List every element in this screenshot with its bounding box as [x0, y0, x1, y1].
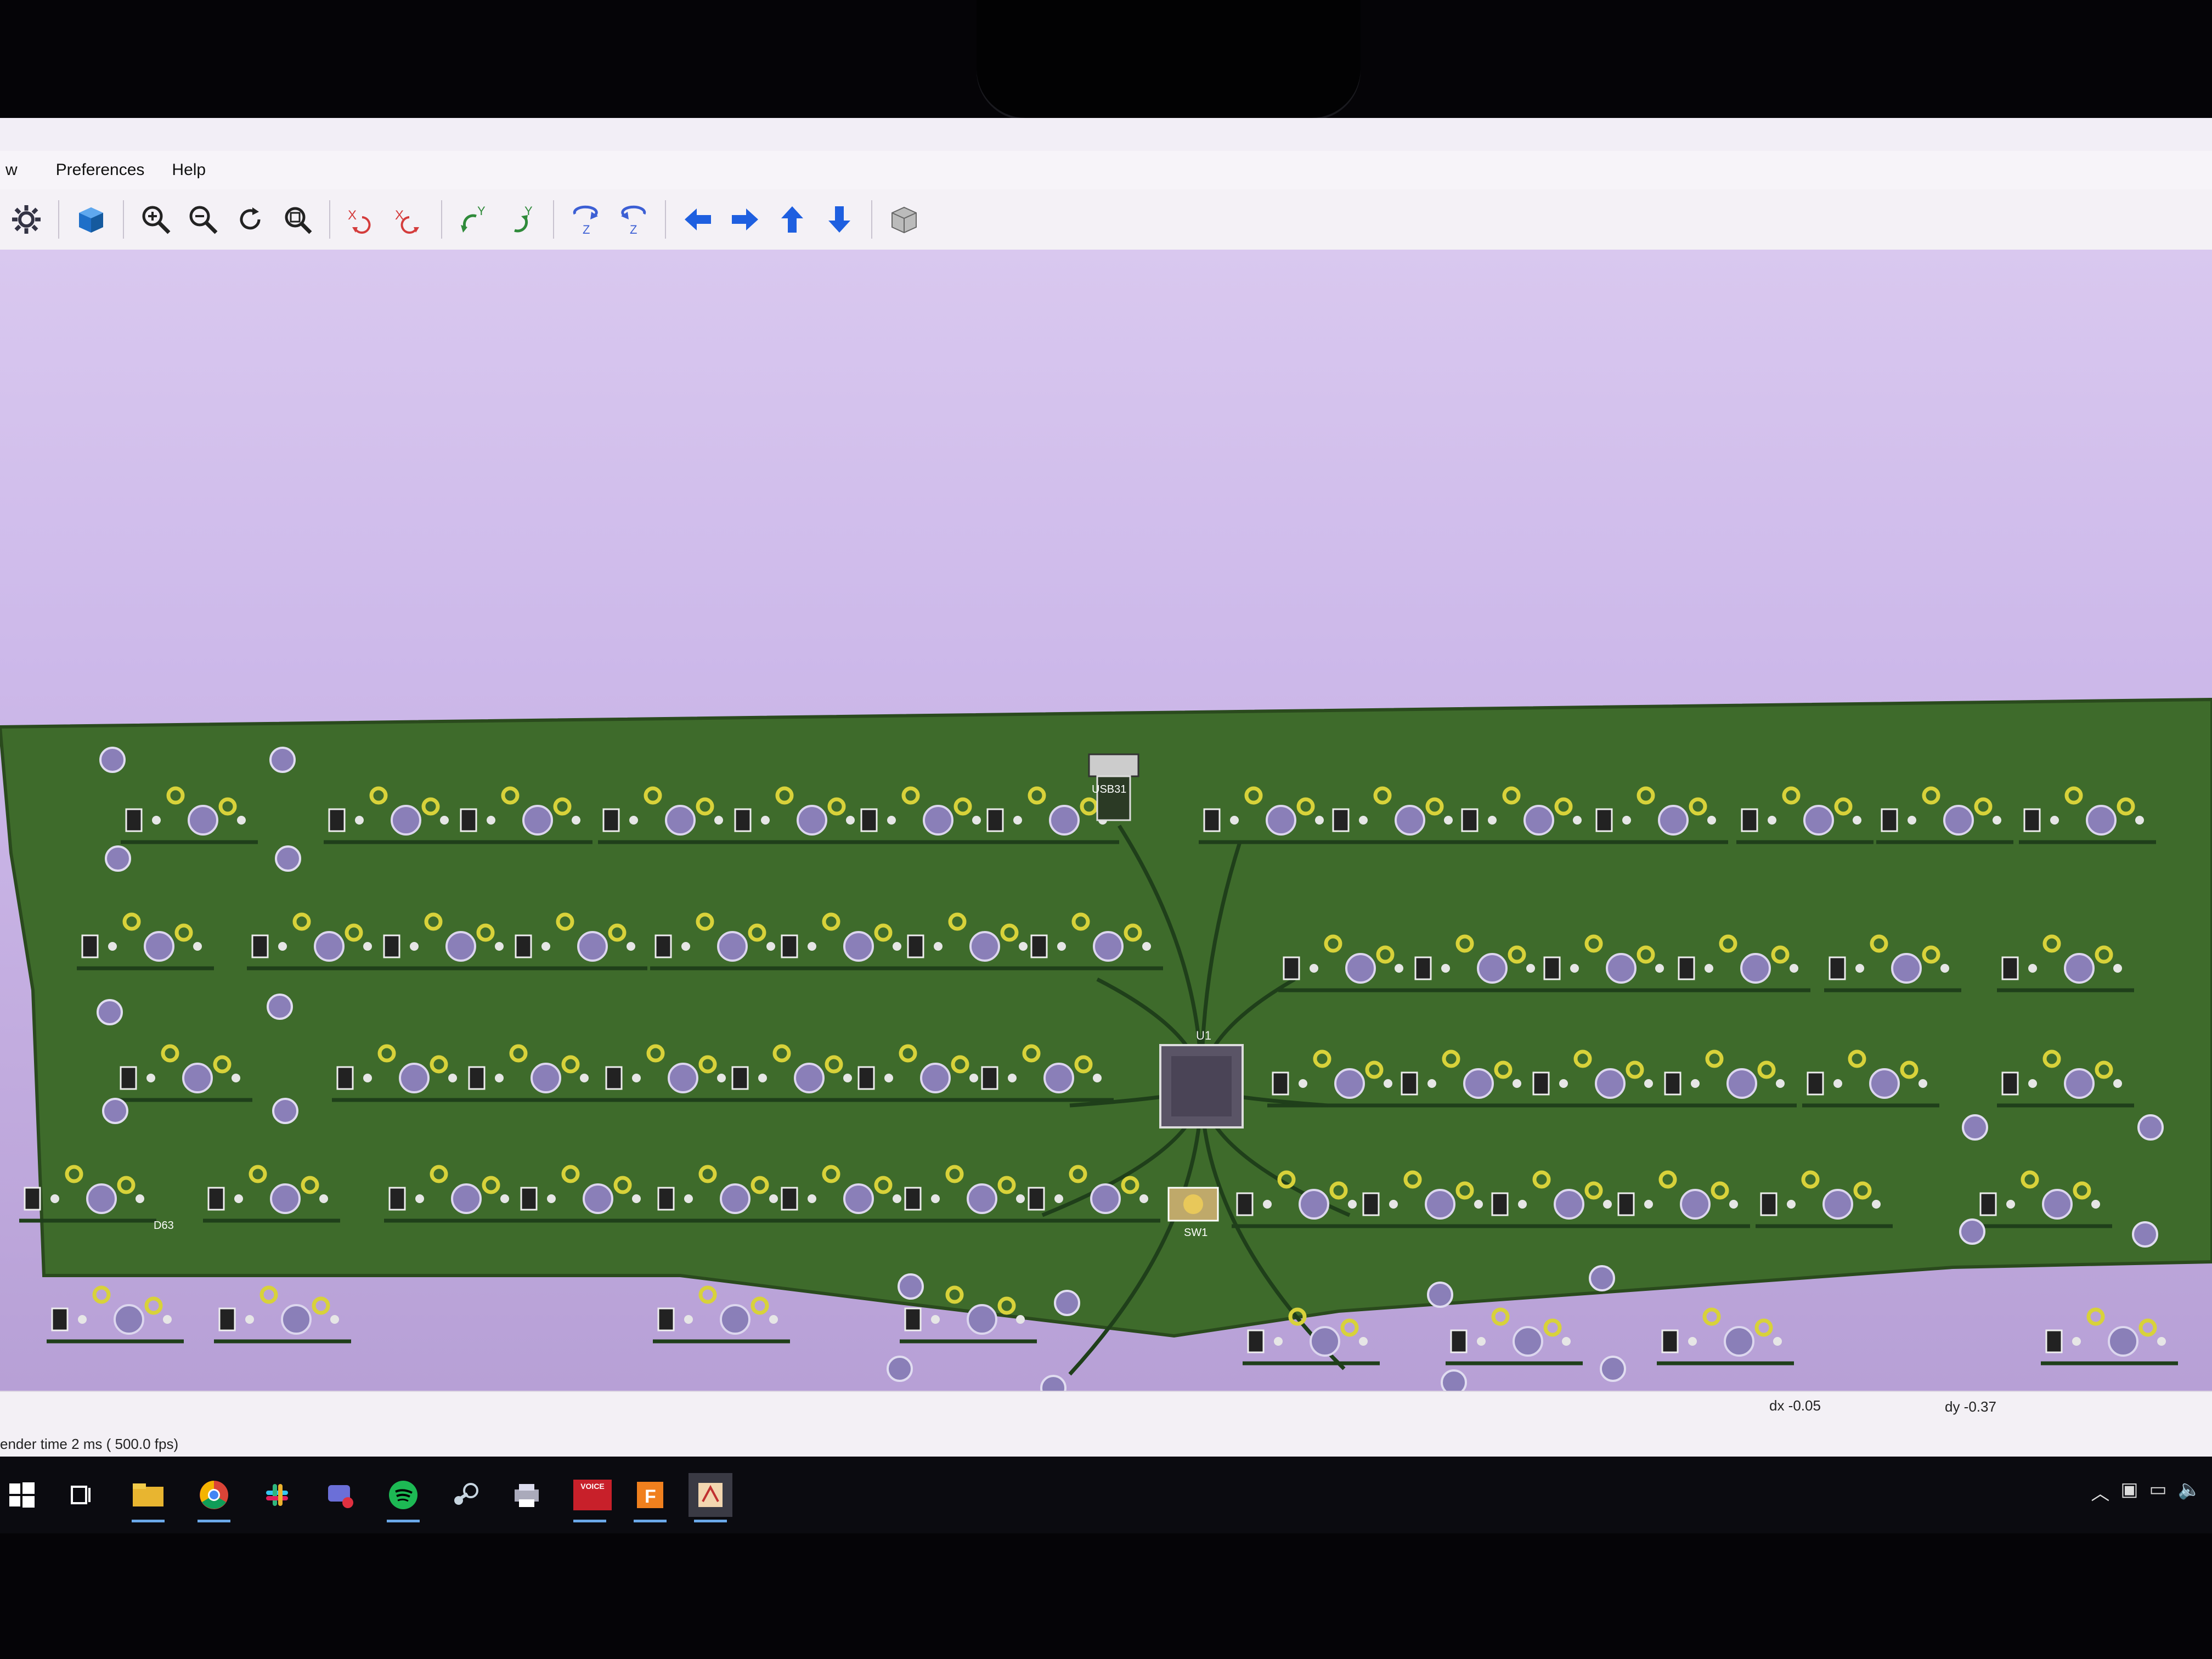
zoom-out-icon[interactable] — [183, 200, 223, 239]
file-explorer-icon[interactable] — [126, 1473, 170, 1522]
spotify-icon[interactable] — [381, 1473, 425, 1522]
menu-help[interactable]: Help — [172, 161, 206, 179]
3d-viewport[interactable]: U1 USB31 SW1 D63 — [0, 250, 2212, 1391]
redraw-icon[interactable] — [230, 200, 270, 239]
chat-icon[interactable] — [318, 1473, 362, 1517]
volume-icon[interactable]: 🔈 — [2178, 1479, 2201, 1505]
toolbar-separator — [871, 200, 872, 239]
key-switch-footprint — [2045, 1307, 2166, 1357]
toolbar-separator — [441, 200, 442, 239]
key-switch-footprint — [1661, 1307, 1782, 1357]
mounting-hole — [105, 845, 131, 872]
zoom-fit-icon[interactable] — [278, 200, 317, 239]
app-window: w Preferences Help X X Y Y Z Z U1 USB31 … — [0, 118, 2212, 1457]
slack-icon[interactable] — [255, 1473, 299, 1517]
task-view-icon[interactable] — [60, 1473, 104, 1517]
mounting-hole — [1600, 1356, 1626, 1382]
key-switch-footprint — [51, 1285, 172, 1335]
svg-text:Z: Z — [630, 223, 637, 236]
rotate-z-ccw-icon[interactable]: Z — [613, 200, 653, 239]
toolbar: X X Y Y Z Z — [0, 189, 2212, 251]
menu-view[interactable]: w — [5, 161, 18, 179]
system-tray: ︿ ▣ ▭ 🔈 — [2091, 1479, 2201, 1505]
mounting-hole — [2137, 1114, 2164, 1141]
mcu-label: U1 — [1196, 1029, 1211, 1042]
toolbar-separator — [329, 200, 330, 239]
mounting-hole — [1959, 1218, 1985, 1245]
rotate-x-cw-icon[interactable]: X — [342, 200, 382, 239]
rotate-x-ccw-icon[interactable]: X — [390, 200, 429, 239]
svg-text:Z: Z — [583, 223, 590, 236]
pcb-board-render: U1 USB31 SW1 D63 — [0, 697, 2212, 1391]
network-icon[interactable]: ▭ — [2149, 1479, 2167, 1505]
toolbar-separator — [665, 200, 666, 239]
toolbar-separator — [553, 200, 554, 239]
key-switch-footprint — [1450, 1307, 1571, 1357]
mounting-hole — [97, 999, 123, 1025]
3d-box-icon[interactable] — [71, 200, 111, 239]
printer-app-icon[interactable] — [505, 1473, 549, 1517]
mounting-hole — [272, 1098, 298, 1124]
svg-text:Y: Y — [477, 204, 486, 218]
mounting-hole — [1054, 1290, 1080, 1316]
mcu-chip — [1159, 1044, 1244, 1128]
dx-readout: dx -0.05 — [1769, 1397, 1821, 1414]
switch-label: SW1 — [1184, 1227, 1207, 1239]
chevron-up-icon[interactable]: ︿ — [2091, 1479, 2109, 1505]
mounting-hole — [1589, 1265, 1615, 1291]
mounting-hole — [99, 747, 126, 773]
pan-left-icon[interactable] — [678, 200, 718, 239]
settings-icon[interactable] — [7, 200, 46, 239]
key-switch-footprint — [657, 1285, 778, 1335]
svg-text:F: F — [645, 1486, 656, 1507]
reset-switch — [1167, 1187, 1219, 1222]
key-switch-footprint — [218, 1285, 339, 1335]
kicad-3d-viewer-icon[interactable] — [689, 1473, 732, 1522]
mounting-hole — [1962, 1114, 1988, 1141]
dy-readout: dy -0.37 — [1945, 1398, 1996, 1415]
mounting-hole — [102, 1098, 128, 1124]
menu-bar: w Preferences Help — [0, 151, 2212, 189]
mounting-hole — [1441, 1369, 1467, 1391]
svg-text:X: X — [348, 208, 357, 223]
chrome-icon[interactable] — [192, 1473, 236, 1522]
device-icon[interactable]: ▣ — [2120, 1479, 2138, 1505]
windows-taskbar: VOICE F ︿ ▣ ▭ 🔈 — [0, 1457, 2212, 1533]
pan-up-icon[interactable] — [772, 200, 812, 239]
voice-app-label: VOICE — [573, 1480, 612, 1510]
rotate-z-cw-icon[interactable]: Z — [566, 200, 606, 239]
fusion-icon[interactable]: F — [628, 1473, 672, 1522]
toolbar-separator — [123, 200, 124, 239]
mounting-hole — [2132, 1221, 2158, 1248]
mounting-hole — [898, 1273, 924, 1300]
rotate-y-cw-icon[interactable]: Y — [454, 200, 494, 239]
rotate-y-ccw-icon[interactable]: Y — [501, 200, 541, 239]
menu-preferences[interactable]: Preferences — [56, 161, 145, 179]
toolbar-separator — [58, 200, 59, 239]
diode-label: D63 — [154, 1220, 174, 1232]
steam-icon[interactable] — [444, 1473, 488, 1517]
mounting-hole — [267, 994, 293, 1020]
windows-start-icon[interactable] — [0, 1473, 44, 1517]
mounting-hole — [887, 1356, 913, 1382]
render-time: ender time 2 ms ( 500.0 fps) — [0, 1436, 179, 1452]
zoom-in-icon[interactable] — [136, 200, 176, 239]
mounting-hole — [1040, 1375, 1066, 1391]
voice-app-icon[interactable]: VOICE — [568, 1473, 617, 1522]
status-bar: ender time 2 ms ( 500.0 fps) dx -0.05 dy… — [0, 1391, 2212, 1457]
ortho-toggle-icon[interactable] — [884, 200, 924, 239]
monitor-notch — [977, 0, 1361, 118]
usb-label: USB31 — [1092, 783, 1126, 795]
mounting-hole — [1427, 1282, 1453, 1308]
pan-right-icon[interactable] — [725, 200, 765, 239]
mounting-hole — [275, 845, 301, 872]
mounting-hole — [269, 747, 296, 773]
pan-down-icon[interactable] — [820, 200, 859, 239]
